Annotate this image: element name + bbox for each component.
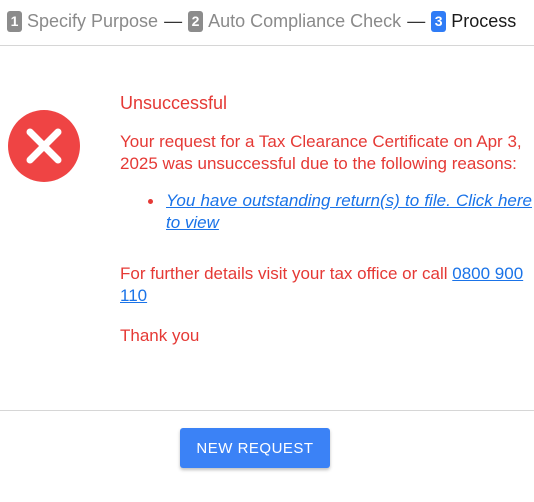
thanks-text: Thank you xyxy=(120,326,200,345)
new-request-button[interactable]: NEW REQUEST xyxy=(180,428,330,468)
step-separator: — xyxy=(407,10,426,31)
result-panel: Unsuccessful Your request for a Tax Clea… xyxy=(120,92,532,347)
step-number-badge: 1 xyxy=(7,10,22,32)
further-details: For further details visit your tax offic… xyxy=(120,263,532,307)
step-label: Auto Compliance Check xyxy=(208,10,402,31)
error-x-circle-icon xyxy=(8,110,80,182)
step-label: Process xyxy=(451,10,517,31)
step-label: Specify Purpose xyxy=(27,10,159,31)
step-specify-purpose: 1 Specify Purpose xyxy=(7,10,159,32)
step-number-badge: 2 xyxy=(188,10,204,32)
step-auto-compliance-check: 2 Auto Compliance Check xyxy=(188,10,402,32)
outstanding-returns-link[interactable]: You have outstanding return(s) to file. … xyxy=(166,191,532,232)
progress-stepper: 1 Specify Purpose — 2 Auto Compliance Ch… xyxy=(7,8,516,34)
divider xyxy=(0,410,534,411)
step-process: 3 Process xyxy=(431,10,517,32)
result-title: Unsuccessful xyxy=(120,93,228,113)
reason-item: You have outstanding return(s) to file. … xyxy=(148,190,532,234)
reasons-list: You have outstanding return(s) to file. … xyxy=(120,190,532,234)
divider xyxy=(0,45,534,46)
step-number-badge: 3 xyxy=(431,10,447,32)
details-text: For further details visit your tax offic… xyxy=(120,264,453,283)
result-message: Your request for a Tax Clearance Certifi… xyxy=(120,132,522,173)
step-separator: — xyxy=(164,10,183,31)
